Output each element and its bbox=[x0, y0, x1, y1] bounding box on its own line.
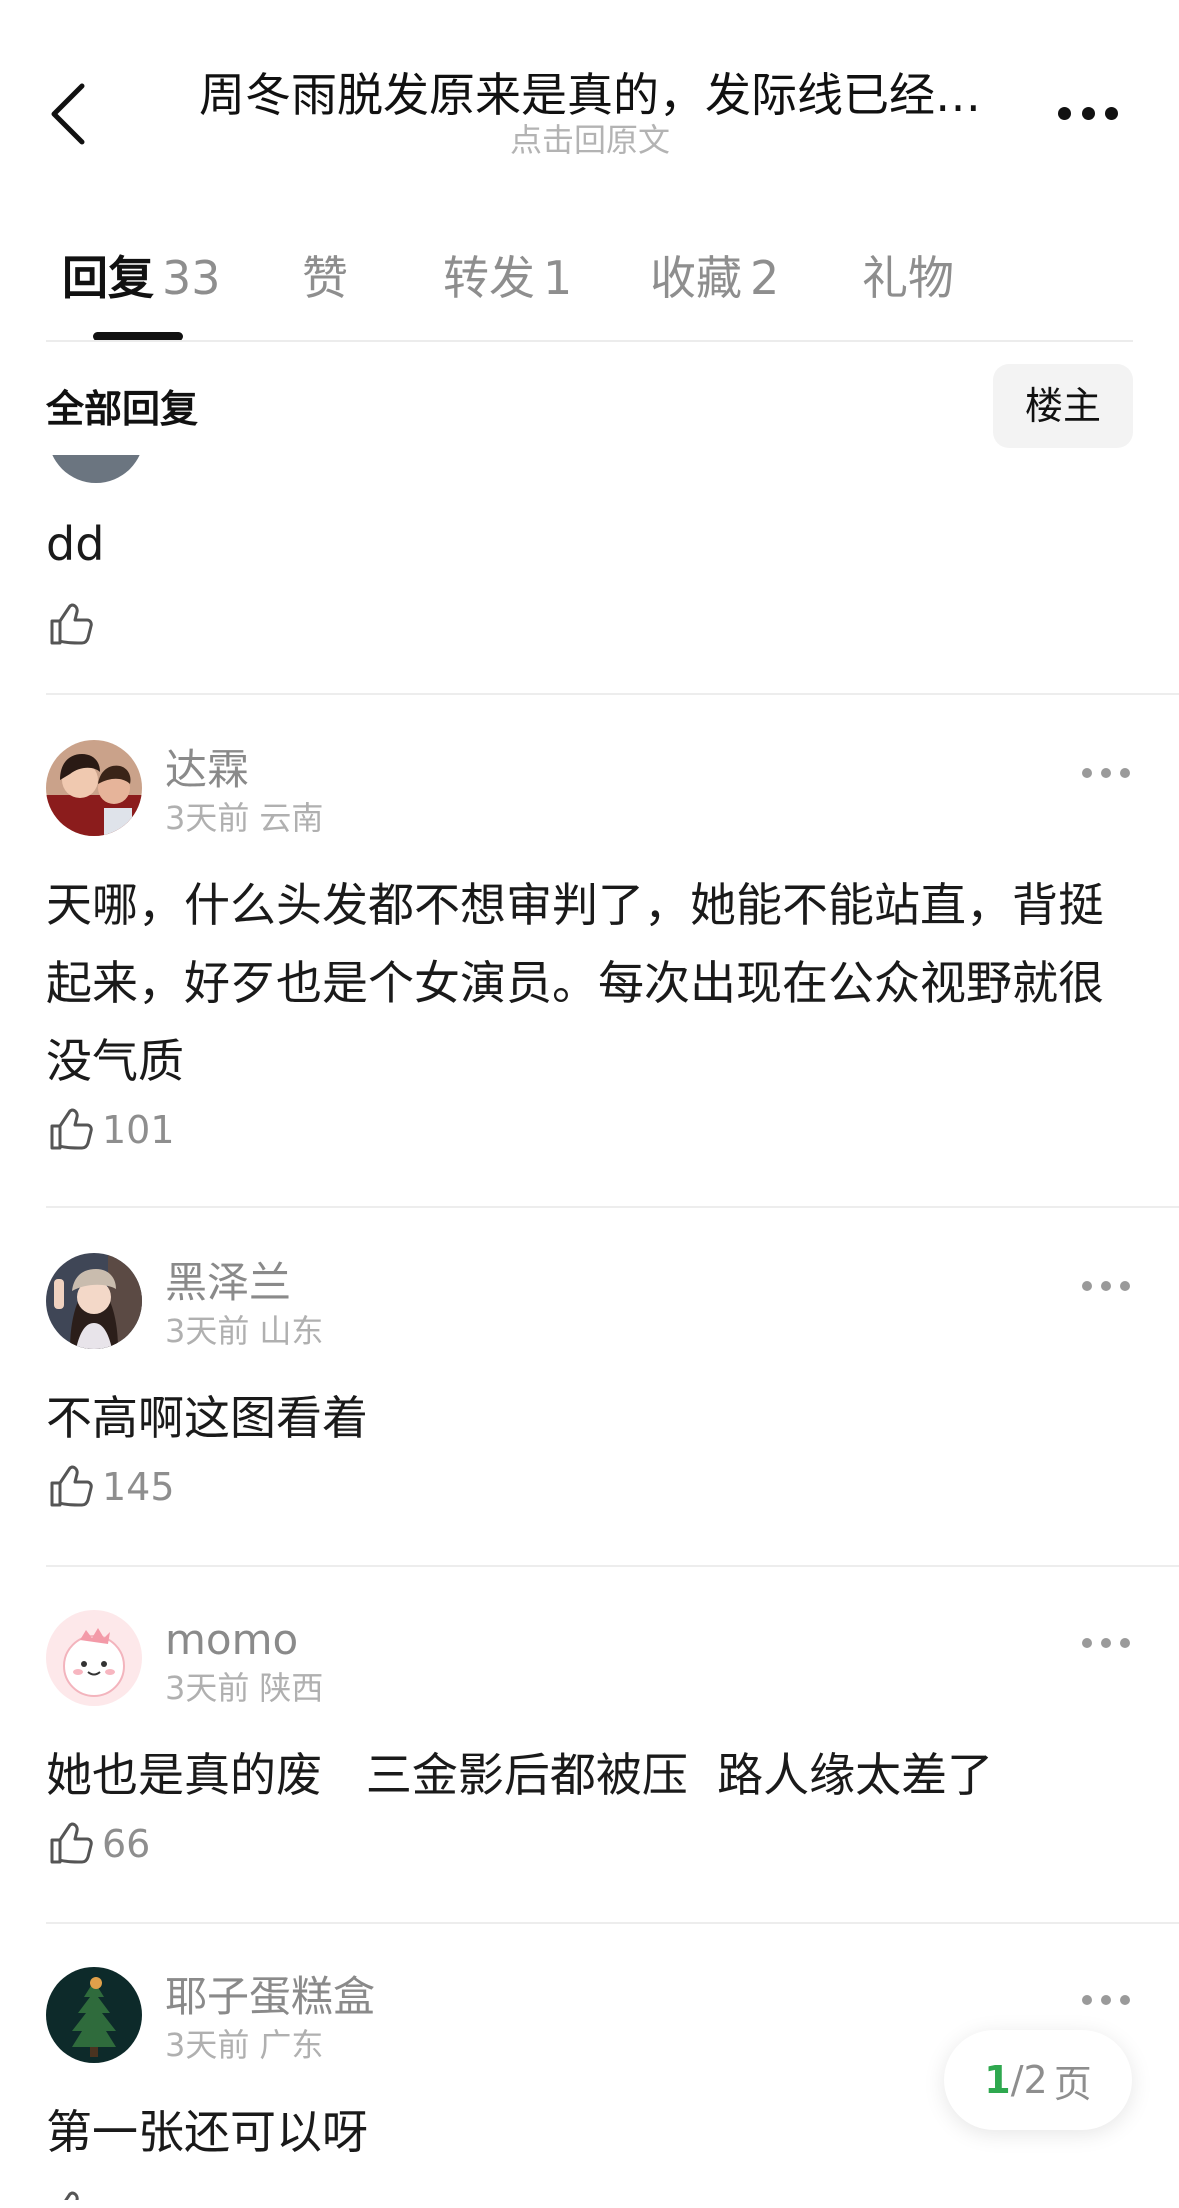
like-button[interactable]: 101 bbox=[46, 1102, 175, 1158]
more-horizontal-icon bbox=[1082, 1638, 1092, 1648]
more-horizontal-icon bbox=[1082, 1281, 1092, 1291]
comment-meta: 3天前 陕西 bbox=[165, 1668, 323, 1708]
total-pages: 2 bbox=[1023, 2058, 1048, 2102]
comment-more-button[interactable] bbox=[1082, 1630, 1130, 1656]
page-indicator[interactable]: 1/2 页 bbox=[944, 2030, 1132, 2130]
comment-location: 山东 bbox=[259, 1312, 324, 1350]
tab-label: 赞 bbox=[302, 251, 348, 305]
divider bbox=[46, 1922, 1179, 1924]
more-horizontal-icon bbox=[1058, 106, 1071, 120]
reply-filter-row: 全部回复 楼主 bbox=[0, 362, 1179, 452]
tab-label: 收藏 bbox=[650, 251, 742, 305]
thumbs-up-icon bbox=[50, 1465, 93, 1507]
comment-meta: 3天前 广东 bbox=[165, 2025, 323, 2065]
avatar[interactable] bbox=[46, 1967, 142, 2063]
comment-meta: 3天前 山东 bbox=[165, 1311, 323, 1351]
tab-label: 礼物 bbox=[862, 251, 954, 305]
comment-location: 云南 bbox=[259, 799, 324, 837]
like-button[interactable]: 66 bbox=[46, 1816, 150, 1872]
all-replies-label: 全部回复 bbox=[46, 387, 199, 431]
page-separator: / bbox=[1010, 2058, 1024, 2102]
tab-label: 转发 bbox=[443, 251, 535, 305]
username[interactable]: 达霖 bbox=[165, 744, 249, 796]
username[interactable]: momo bbox=[165, 1614, 298, 1666]
comment-more-button[interactable] bbox=[1082, 1273, 1130, 1299]
comment-text: 不高啊这图看着 bbox=[46, 1391, 368, 1445]
tab-bar: 回复 33 赞 转发 1 收藏 2 礼物 bbox=[0, 235, 1179, 345]
like-count: 145 bbox=[102, 1465, 175, 1509]
tab-gifts[interactable]: 礼物 bbox=[862, 243, 954, 313]
avatar-image bbox=[46, 1610, 142, 1706]
tab-count: 1 bbox=[543, 251, 573, 305]
thumbs-up-icon bbox=[50, 603, 93, 645]
thumbs-up-icon bbox=[64, 2191, 79, 2200]
owner-only-button[interactable]: 楼主 bbox=[993, 364, 1133, 448]
username[interactable]: 黑泽兰 bbox=[165, 1257, 291, 1309]
like-button[interactable] bbox=[46, 597, 94, 653]
avatar-image bbox=[46, 1253, 142, 1349]
chevron-left-icon bbox=[51, 83, 85, 145]
comment-meta: 3天前 云南 bbox=[165, 798, 323, 838]
tab-count: 33 bbox=[162, 251, 221, 305]
more-dot bbox=[1081, 106, 1095, 120]
more-dot bbox=[1120, 1281, 1130, 1291]
avatar[interactable] bbox=[48, 455, 144, 483]
comment-time: 3天前 bbox=[165, 1669, 250, 1707]
comment-time: 3天前 bbox=[165, 1312, 250, 1350]
more-dot bbox=[1120, 1995, 1130, 2005]
page-suffix: 页 bbox=[1053, 2061, 1092, 2106]
thumbs-up-icon bbox=[50, 1822, 93, 1864]
comment-list[interactable]: dd 达霖 3天前 云南 天哪，什么头发都不想审判了，她能不能站直，背挺起来，好歹 bbox=[0, 455, 1179, 2200]
divider bbox=[46, 693, 1179, 695]
tab-reposts[interactable]: 转发 1 bbox=[443, 243, 572, 313]
comment-location: 广东 bbox=[259, 2026, 324, 2064]
more-dot bbox=[1101, 1281, 1111, 1291]
avatar-image bbox=[46, 740, 142, 836]
tab-favorites[interactable]: 收藏 2 bbox=[650, 243, 779, 313]
more-horizontal-icon bbox=[1082, 768, 1092, 778]
more-dot bbox=[1120, 768, 1130, 778]
like-count: 101 bbox=[102, 1108, 175, 1152]
comment-location: 陕西 bbox=[259, 1669, 324, 1707]
comment-time: 3天前 bbox=[165, 799, 250, 837]
more-dot bbox=[1101, 1995, 1111, 2005]
avatar[interactable] bbox=[46, 740, 142, 836]
tab-replies[interactable]: 回复 33 bbox=[62, 243, 221, 313]
divider bbox=[46, 1206, 1179, 1208]
tab-label: 回复 bbox=[62, 251, 154, 305]
like-button[interactable]: 145 bbox=[46, 1459, 175, 1515]
more-dot bbox=[1105, 106, 1118, 120]
comment-time: 3天前 bbox=[165, 2026, 250, 2064]
back-button[interactable] bbox=[36, 72, 100, 156]
comment-more-button[interactable] bbox=[1082, 1987, 1130, 2013]
more-options-button[interactable] bbox=[1050, 88, 1126, 138]
comment-text: 天哪，什么头发都不想审判了，她能不能站直，背挺起来，好歹也是个女演员。每次出现在… bbox=[46, 878, 1104, 1088]
comment-text: dd bbox=[46, 517, 105, 571]
top-bar: 周冬雨脱发原来是真的，发际线已经… 点击回原文 bbox=[0, 0, 1179, 190]
more-dot bbox=[1101, 1638, 1111, 1648]
more-dot bbox=[1120, 1638, 1130, 1648]
more-dot bbox=[1101, 768, 1111, 778]
current-page: 1 bbox=[984, 2058, 1011, 2102]
comment-more-button[interactable] bbox=[1082, 760, 1130, 786]
avatar-image bbox=[46, 1967, 142, 2063]
avatar[interactable] bbox=[46, 1610, 142, 1706]
divider bbox=[46, 340, 1133, 342]
like-count: 66 bbox=[102, 1822, 151, 1866]
username[interactable]: 耶子蛋糕盒 bbox=[165, 1971, 375, 2023]
tab-count: 2 bbox=[750, 251, 780, 305]
tab-likes[interactable]: 赞 bbox=[302, 243, 348, 313]
thumbs-up-icon bbox=[50, 1108, 93, 1150]
post-title[interactable]: 周冬雨脱发原来是真的，发际线已经… bbox=[150, 66, 1030, 124]
like-button[interactable] bbox=[46, 2185, 94, 2200]
comment-text: 她也是真的废 三金影后都被压 路人缘太差了 bbox=[46, 1748, 994, 1802]
avatar[interactable] bbox=[46, 1253, 142, 1349]
divider bbox=[46, 1565, 1179, 1567]
more-horizontal-icon bbox=[1082, 1995, 1092, 2005]
back-to-original-link[interactable]: 点击回原文 bbox=[150, 120, 1030, 160]
